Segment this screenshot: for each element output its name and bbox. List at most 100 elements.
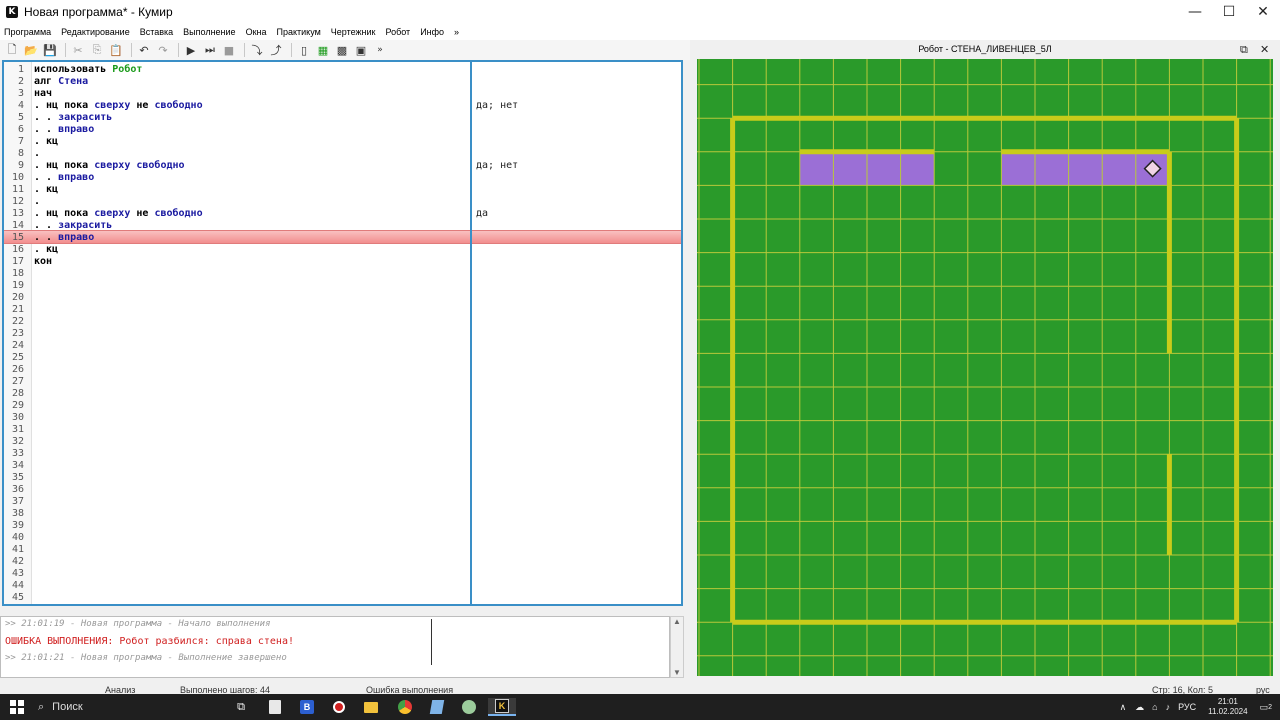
maximize-button[interactable]: ☐ [1212,0,1246,24]
code-line[interactable]: 6 . . вправо [4,124,681,136]
file-explorer-icon[interactable] [362,698,380,716]
step-out-icon[interactable]: ⤴ [268,42,284,58]
code-line[interactable]: 14 . . закрасить [4,220,681,232]
code-line[interactable]: 8. [4,148,681,160]
menu-edit[interactable]: Редактирование [61,27,130,37]
variables-icon[interactable]: ▯ [296,42,312,58]
code-line[interactable]: 34 [4,460,681,472]
open-folder-icon[interactable]: 📂 [23,42,39,58]
code-line[interactable]: 13 . нц пока сверху не свободно да [4,208,681,220]
code-line[interactable]: 20 [4,292,681,304]
tray-language[interactable]: РУС [1178,702,1196,712]
notes-icon[interactable] [428,698,446,716]
code-line[interactable]: 36 [4,484,681,496]
code-line[interactable]: 22 [4,316,681,328]
robot-close-icon[interactable]: ✕ [1260,43,1269,56]
code-line[interactable]: 1 использовать Робот [4,64,681,76]
code-line[interactable]: 38 [4,508,681,520]
notifications-icon[interactable]: ▭ 2 [1260,702,1272,713]
code-line[interactable]: 7 . кц [4,136,681,148]
record-icon[interactable] [330,698,348,716]
redo-icon[interactable]: ↷ [155,42,171,58]
code-line[interactable]: 15 . . вправо [4,232,681,244]
code-line[interactable]: 35 [4,472,681,484]
menu-drawer[interactable]: Чертежник [331,27,376,37]
code-line[interactable]: 33 [4,448,681,460]
code-line[interactable]: 19 [4,280,681,292]
taskbar-search[interactable]: ⌕ Поиск [32,696,218,718]
code-editor[interactable]: 1 использовать Робот 2 алг Стена 3 нач 4 . нц п… [2,60,683,606]
menu-more[interactable]: » [454,27,459,37]
menu-info[interactable]: Инфо [420,27,444,37]
code-line[interactable]: 18 [4,268,681,280]
code-line[interactable]: 37 [4,496,681,508]
code-line[interactable]: 45 [4,592,681,604]
code-line[interactable]: 2 алг Стена [4,76,681,88]
menu-program[interactable]: Программа [4,27,51,37]
code-line[interactable]: 3 нач [4,88,681,100]
new-file-icon[interactable]: 🗋 [4,42,20,58]
pdf-reader-icon[interactable] [266,698,284,716]
paste-icon[interactable]: 📋 [108,42,124,58]
minimize-button[interactable]: — [1178,0,1212,24]
output-console[interactable]: >> 21:01:19 - Новая программа - Начало в… [0,616,670,678]
chrome-icon[interactable] [396,698,414,716]
tray-clock[interactable]: 21:01 11.02.2024 [1208,697,1247,717]
code-line[interactable]: 25 [4,352,681,364]
code-line[interactable]: 29 [4,400,681,412]
code-line[interactable]: 44 [4,580,681,592]
code-line[interactable]: 9 . нц пока сверху свободно да; нет [4,160,681,172]
code-line[interactable]: 17 кон [4,256,681,268]
robot-window-icon[interactable]: ▦ [315,42,331,58]
tray-network-icon[interactable]: ⌂ [1152,702,1157,712]
code-line[interactable]: 27 [4,376,681,388]
tray-cloud-icon[interactable]: ☁ [1135,702,1144,713]
code-line[interactable]: 30 [4,412,681,424]
code-line[interactable]: 23 [4,328,681,340]
code-line[interactable]: 32 [4,436,681,448]
code-line[interactable]: 10 . . вправо [4,172,681,184]
menu-run[interactable]: Выполнение [183,27,235,37]
grid-icon[interactable]: ▩ [334,42,350,58]
code-line[interactable]: 42 [4,556,681,568]
drawer-icon[interactable]: ▣ [353,42,369,58]
close-button[interactable]: ✕ [1246,0,1280,24]
code-line[interactable]: 28 [4,388,681,400]
run-icon[interactable]: ▶ [183,42,199,58]
cut-icon[interactable]: ✂ [70,42,86,58]
code-line[interactable]: 11 . кц [4,184,681,196]
toolbar-more-icon[interactable]: » [372,42,388,58]
menu-practicum[interactable]: Практикум [276,27,320,37]
utility-icon[interactable] [460,698,478,716]
menu-windows[interactable]: Окна [246,27,267,37]
tray-volume-icon[interactable]: ♪ [1166,702,1171,712]
tray-expand-icon[interactable]: ∧ [1120,702,1127,713]
code-line[interactable]: 31 [4,424,681,436]
copy-icon[interactable]: ⎘ [89,42,105,58]
run-step-icon[interactable]: ⏭ [202,42,218,58]
app-b-icon[interactable]: B [298,698,316,716]
code-line[interactable]: 43 [4,568,681,580]
undo-icon[interactable]: ↶ [136,42,152,58]
scroll-up-icon[interactable]: ▲ [673,617,681,626]
task-view-icon[interactable]: ⧉ [232,698,250,716]
code-line[interactable]: 21 [4,304,681,316]
code-line[interactable]: 5 . . закрасить [4,112,681,124]
kumir-taskbar-icon[interactable]: K [488,698,516,716]
save-icon[interactable]: 💾 [42,42,58,58]
code-line[interactable]: 39 [4,520,681,532]
windows-start-icon[interactable] [8,698,26,716]
code-line[interactable]: 12. [4,196,681,208]
code-line[interactable]: 40 [4,532,681,544]
robot-restore-icon[interactable]: ⧉ [1240,43,1248,57]
code-line[interactable]: 16 . кц [4,244,681,256]
code-line[interactable]: 24 [4,340,681,352]
robot-field[interactable] [697,59,1273,676]
code-line[interactable]: 4 . нц пока сверху не свободно да; нет [4,100,681,112]
stop-icon[interactable]: ■ [221,42,237,58]
code-line[interactable]: 26 [4,364,681,376]
console-scrollbar[interactable]: ▲ ▼ [670,616,684,678]
step-into-icon[interactable]: ⤵ [249,42,265,58]
scroll-down-icon[interactable]: ▼ [673,668,681,677]
menu-insert[interactable]: Вставка [140,27,173,37]
